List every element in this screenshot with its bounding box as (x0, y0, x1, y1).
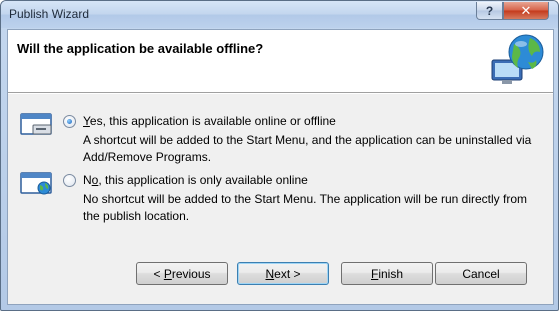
globe-network-icon (491, 34, 544, 84)
computer-globe-icon (20, 172, 52, 195)
cancel-button[interactable]: Cancel (435, 262, 527, 285)
dialog-body: Will the application be available offlin… (7, 29, 554, 305)
finish-button[interactable]: Finish (341, 262, 433, 285)
wizard-header: Will the application be available offlin… (8, 30, 553, 93)
offline-radio[interactable] (63, 115, 76, 128)
title-bar[interactable]: Publish Wizard ? ✕ (1, 1, 558, 28)
help-icon: ? (485, 3, 494, 18)
online-only-radio[interactable] (63, 174, 76, 187)
next-button[interactable]: Next > (237, 262, 329, 285)
offline-option-description: A shortcut will be added to the Start Me… (83, 133, 532, 164)
previous-button[interactable]: < Previous (136, 262, 228, 285)
computer-drive-icon (20, 113, 52, 135)
online-only-option-description: No shortcut will be added to the Start M… (83, 192, 527, 223)
help-button[interactable]: ? (476, 2, 503, 20)
offline-option-label[interactable]: Yes, this application is available onlin… (83, 114, 336, 128)
window-title: Publish Wizard (9, 7, 90, 21)
close-button[interactable]: ✕ (503, 2, 549, 20)
online-only-option-label[interactable]: No, this application is only available o… (83, 173, 308, 187)
page-title: Will the application be available offlin… (17, 41, 264, 56)
close-icon: ✕ (520, 2, 532, 18)
header-divider (8, 93, 553, 94)
publish-wizard-window: Publish Wizard ? ✕ Will the application … (0, 0, 559, 311)
